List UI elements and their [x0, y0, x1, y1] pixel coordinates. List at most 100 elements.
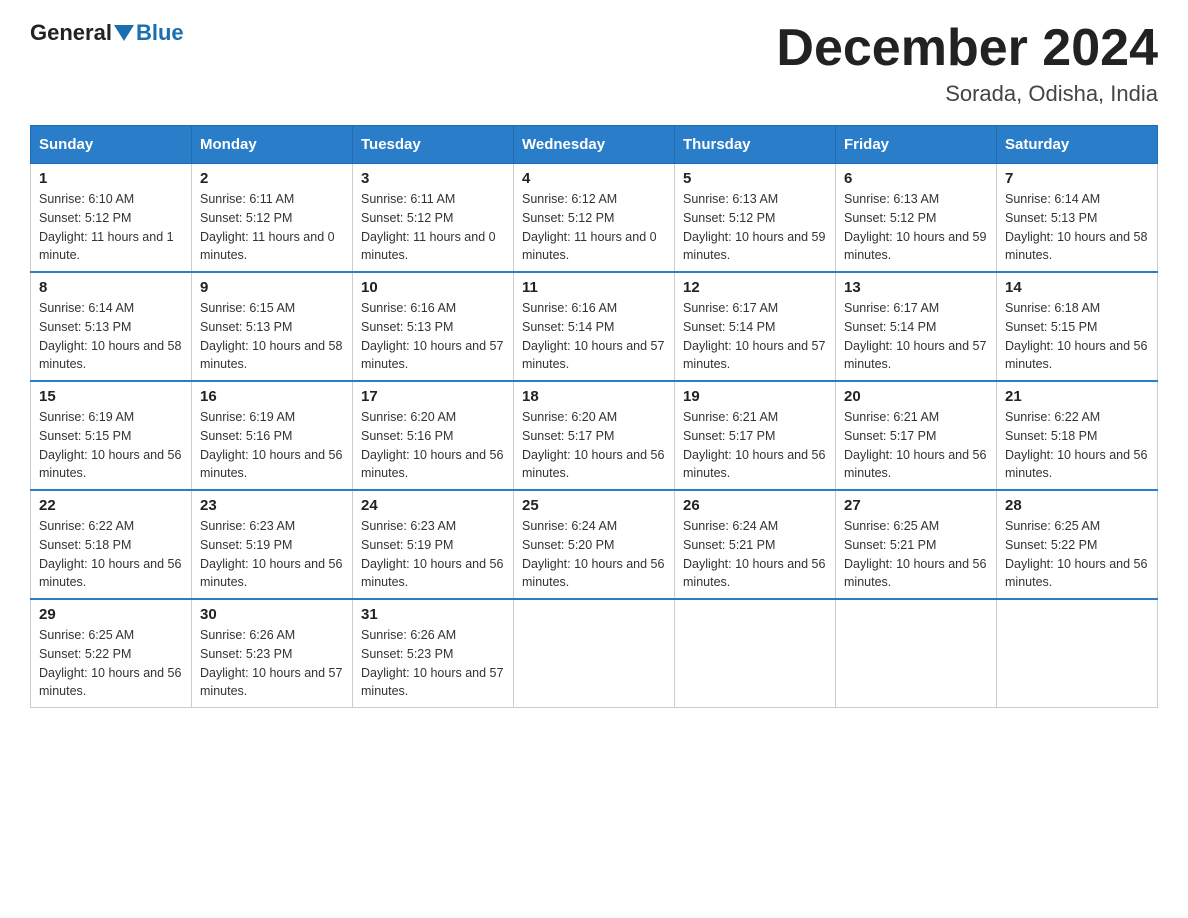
- day-info: Sunrise: 6:16 AMSunset: 5:14 PMDaylight:…: [522, 301, 664, 371]
- calendar-cell: [675, 599, 836, 708]
- header-saturday: Saturday: [997, 126, 1158, 164]
- day-info: Sunrise: 6:19 AMSunset: 5:15 PMDaylight:…: [39, 410, 181, 480]
- day-info: Sunrise: 6:10 AMSunset: 5:12 PMDaylight:…: [39, 192, 174, 262]
- day-number: 15: [39, 388, 183, 405]
- calendar-cell: 8 Sunrise: 6:14 AMSunset: 5:13 PMDayligh…: [31, 272, 192, 381]
- day-number: 19: [683, 388, 827, 405]
- day-info: Sunrise: 6:18 AMSunset: 5:15 PMDaylight:…: [1005, 301, 1147, 371]
- day-number: 3: [361, 170, 505, 187]
- day-info: Sunrise: 6:19 AMSunset: 5:16 PMDaylight:…: [200, 410, 342, 480]
- day-number: 14: [1005, 279, 1149, 296]
- day-number: 23: [200, 497, 344, 514]
- calendar-cell: 18 Sunrise: 6:20 AMSunset: 5:17 PMDaylig…: [514, 381, 675, 490]
- header-thursday: Thursday: [675, 126, 836, 164]
- calendar-cell: 22 Sunrise: 6:22 AMSunset: 5:18 PMDaylig…: [31, 490, 192, 599]
- logo-arrow-icon: [114, 25, 134, 41]
- calendar-cell: 26 Sunrise: 6:24 AMSunset: 5:21 PMDaylig…: [675, 490, 836, 599]
- day-number: 27: [844, 497, 988, 514]
- calendar-cell: 31 Sunrise: 6:26 AMSunset: 5:23 PMDaylig…: [353, 599, 514, 708]
- day-number: 24: [361, 497, 505, 514]
- calendar-cell: [514, 599, 675, 708]
- day-number: 11: [522, 279, 666, 296]
- day-number: 16: [200, 388, 344, 405]
- day-number: 17: [361, 388, 505, 405]
- day-info: Sunrise: 6:24 AMSunset: 5:20 PMDaylight:…: [522, 519, 664, 589]
- day-number: 12: [683, 279, 827, 296]
- day-info: Sunrise: 6:13 AMSunset: 5:12 PMDaylight:…: [683, 192, 825, 262]
- day-number: 9: [200, 279, 344, 296]
- day-info: Sunrise: 6:26 AMSunset: 5:23 PMDaylight:…: [200, 628, 342, 698]
- day-info: Sunrise: 6:22 AMSunset: 5:18 PMDaylight:…: [39, 519, 181, 589]
- calendar-cell: 15 Sunrise: 6:19 AMSunset: 5:15 PMDaylig…: [31, 381, 192, 490]
- calendar-cell: 19 Sunrise: 6:21 AMSunset: 5:17 PMDaylig…: [675, 381, 836, 490]
- calendar-table: SundayMondayTuesdayWednesdayThursdayFrid…: [30, 125, 1158, 708]
- calendar-cell: [997, 599, 1158, 708]
- calendar-cell: 27 Sunrise: 6:25 AMSunset: 5:21 PMDaylig…: [836, 490, 997, 599]
- day-number: 2: [200, 170, 344, 187]
- calendar-cell: 7 Sunrise: 6:14 AMSunset: 5:13 PMDayligh…: [997, 164, 1158, 273]
- day-info: Sunrise: 6:22 AMSunset: 5:18 PMDaylight:…: [1005, 410, 1147, 480]
- page-header: General Blue December 2024 Sorada, Odish…: [30, 20, 1158, 107]
- title-area: December 2024 Sorada, Odisha, India: [776, 20, 1158, 107]
- calendar-cell: 9 Sunrise: 6:15 AMSunset: 5:13 PMDayligh…: [192, 272, 353, 381]
- calendar-cell: 16 Sunrise: 6:19 AMSunset: 5:16 PMDaylig…: [192, 381, 353, 490]
- day-info: Sunrise: 6:14 AMSunset: 5:13 PMDaylight:…: [39, 301, 181, 371]
- day-info: Sunrise: 6:23 AMSunset: 5:19 PMDaylight:…: [361, 519, 503, 589]
- day-info: Sunrise: 6:17 AMSunset: 5:14 PMDaylight:…: [844, 301, 986, 371]
- calendar-cell: 5 Sunrise: 6:13 AMSunset: 5:12 PMDayligh…: [675, 164, 836, 273]
- header-monday: Monday: [192, 126, 353, 164]
- calendar-cell: 4 Sunrise: 6:12 AMSunset: 5:12 PMDayligh…: [514, 164, 675, 273]
- calendar-cell: 6 Sunrise: 6:13 AMSunset: 5:12 PMDayligh…: [836, 164, 997, 273]
- logo-blue-text: Blue: [136, 20, 184, 46]
- day-number: 7: [1005, 170, 1149, 187]
- calendar-cell: 3 Sunrise: 6:11 AMSunset: 5:12 PMDayligh…: [353, 164, 514, 273]
- day-number: 21: [1005, 388, 1149, 405]
- day-info: Sunrise: 6:24 AMSunset: 5:21 PMDaylight:…: [683, 519, 825, 589]
- day-number: 31: [361, 606, 505, 623]
- day-info: Sunrise: 6:21 AMSunset: 5:17 PMDaylight:…: [844, 410, 986, 480]
- calendar-header-row: SundayMondayTuesdayWednesdayThursdayFrid…: [31, 126, 1158, 164]
- day-number: 8: [39, 279, 183, 296]
- header-friday: Friday: [836, 126, 997, 164]
- day-info: Sunrise: 6:14 AMSunset: 5:13 PMDaylight:…: [1005, 192, 1147, 262]
- calendar-cell: 21 Sunrise: 6:22 AMSunset: 5:18 PMDaylig…: [997, 381, 1158, 490]
- calendar-week-row: 22 Sunrise: 6:22 AMSunset: 5:18 PMDaylig…: [31, 490, 1158, 599]
- day-info: Sunrise: 6:21 AMSunset: 5:17 PMDaylight:…: [683, 410, 825, 480]
- calendar-cell: 24 Sunrise: 6:23 AMSunset: 5:19 PMDaylig…: [353, 490, 514, 599]
- calendar-cell: [836, 599, 997, 708]
- calendar-cell: 17 Sunrise: 6:20 AMSunset: 5:16 PMDaylig…: [353, 381, 514, 490]
- header-tuesday: Tuesday: [353, 126, 514, 164]
- calendar-cell: 1 Sunrise: 6:10 AMSunset: 5:12 PMDayligh…: [31, 164, 192, 273]
- calendar-week-row: 15 Sunrise: 6:19 AMSunset: 5:15 PMDaylig…: [31, 381, 1158, 490]
- calendar-cell: 28 Sunrise: 6:25 AMSunset: 5:22 PMDaylig…: [997, 490, 1158, 599]
- header-wednesday: Wednesday: [514, 126, 675, 164]
- day-number: 13: [844, 279, 988, 296]
- day-number: 4: [522, 170, 666, 187]
- calendar-cell: 11 Sunrise: 6:16 AMSunset: 5:14 PMDaylig…: [514, 272, 675, 381]
- calendar-cell: 20 Sunrise: 6:21 AMSunset: 5:17 PMDaylig…: [836, 381, 997, 490]
- day-number: 22: [39, 497, 183, 514]
- calendar-cell: 13 Sunrise: 6:17 AMSunset: 5:14 PMDaylig…: [836, 272, 997, 381]
- day-info: Sunrise: 6:17 AMSunset: 5:14 PMDaylight:…: [683, 301, 825, 371]
- day-number: 28: [1005, 497, 1149, 514]
- day-info: Sunrise: 6:20 AMSunset: 5:16 PMDaylight:…: [361, 410, 503, 480]
- logo: General Blue: [30, 20, 184, 46]
- day-number: 6: [844, 170, 988, 187]
- day-number: 26: [683, 497, 827, 514]
- day-info: Sunrise: 6:11 AMSunset: 5:12 PMDaylight:…: [361, 192, 496, 262]
- calendar-cell: 29 Sunrise: 6:25 AMSunset: 5:22 PMDaylig…: [31, 599, 192, 708]
- day-number: 10: [361, 279, 505, 296]
- day-number: 25: [522, 497, 666, 514]
- day-number: 18: [522, 388, 666, 405]
- calendar-cell: 12 Sunrise: 6:17 AMSunset: 5:14 PMDaylig…: [675, 272, 836, 381]
- day-info: Sunrise: 6:26 AMSunset: 5:23 PMDaylight:…: [361, 628, 503, 698]
- calendar-cell: 10 Sunrise: 6:16 AMSunset: 5:13 PMDaylig…: [353, 272, 514, 381]
- day-info: Sunrise: 6:11 AMSunset: 5:12 PMDaylight:…: [200, 192, 335, 262]
- day-info: Sunrise: 6:13 AMSunset: 5:12 PMDaylight:…: [844, 192, 986, 262]
- location-title: Sorada, Odisha, India: [776, 81, 1158, 107]
- calendar-cell: 2 Sunrise: 6:11 AMSunset: 5:12 PMDayligh…: [192, 164, 353, 273]
- calendar-cell: 25 Sunrise: 6:24 AMSunset: 5:20 PMDaylig…: [514, 490, 675, 599]
- day-info: Sunrise: 6:15 AMSunset: 5:13 PMDaylight:…: [200, 301, 342, 371]
- calendar-week-row: 29 Sunrise: 6:25 AMSunset: 5:22 PMDaylig…: [31, 599, 1158, 708]
- day-info: Sunrise: 6:12 AMSunset: 5:12 PMDaylight:…: [522, 192, 657, 262]
